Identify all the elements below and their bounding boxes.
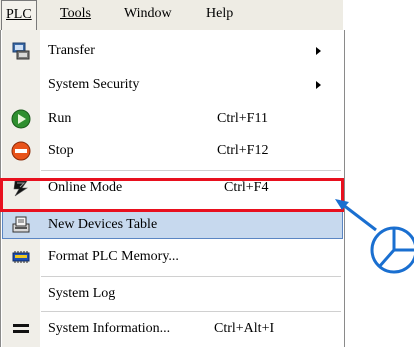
menu-help[interactable]: Help	[202, 0, 237, 28]
menu-item-system-log[interactable]: System Log	[2, 280, 343, 308]
menu-item-format-plc-memory[interactable]: Format PLC Memory...	[2, 243, 343, 271]
menu-item-run[interactable]: Run Ctrl+F11	[2, 105, 343, 133]
menu-item-new-devices-table[interactable]: New Devices Table	[2, 211, 343, 239]
menu-bar: PLC Tools Window Help	[0, 0, 343, 30]
highlight-frame	[0, 178, 344, 212]
menu-window[interactable]: Window	[120, 0, 176, 28]
system-info-icon	[11, 319, 31, 339]
menu-separator	[41, 276, 341, 277]
menu-separator	[41, 170, 341, 171]
menu-item-system-information[interactable]: System Information... Ctrl+Alt+I	[2, 315, 343, 343]
submenu-arrow-icon	[316, 47, 321, 55]
menu-item-transfer[interactable]: Transfer	[2, 37, 343, 65]
run-icon	[11, 109, 31, 129]
pointer-callout	[330, 190, 414, 300]
menu-separator	[41, 311, 341, 312]
menu-plc[interactable]: PLC	[1, 0, 37, 30]
transfer-icon	[11, 41, 31, 61]
memory-icon	[11, 247, 31, 267]
menu-item-stop[interactable]: Stop Ctrl+F12	[2, 137, 343, 165]
submenu-arrow-icon	[316, 81, 321, 89]
menu-item-system-security[interactable]: System Security	[2, 71, 343, 99]
devices-table-icon	[11, 215, 31, 235]
stop-icon	[11, 141, 31, 161]
menu-tools[interactable]: Tools	[56, 0, 95, 28]
